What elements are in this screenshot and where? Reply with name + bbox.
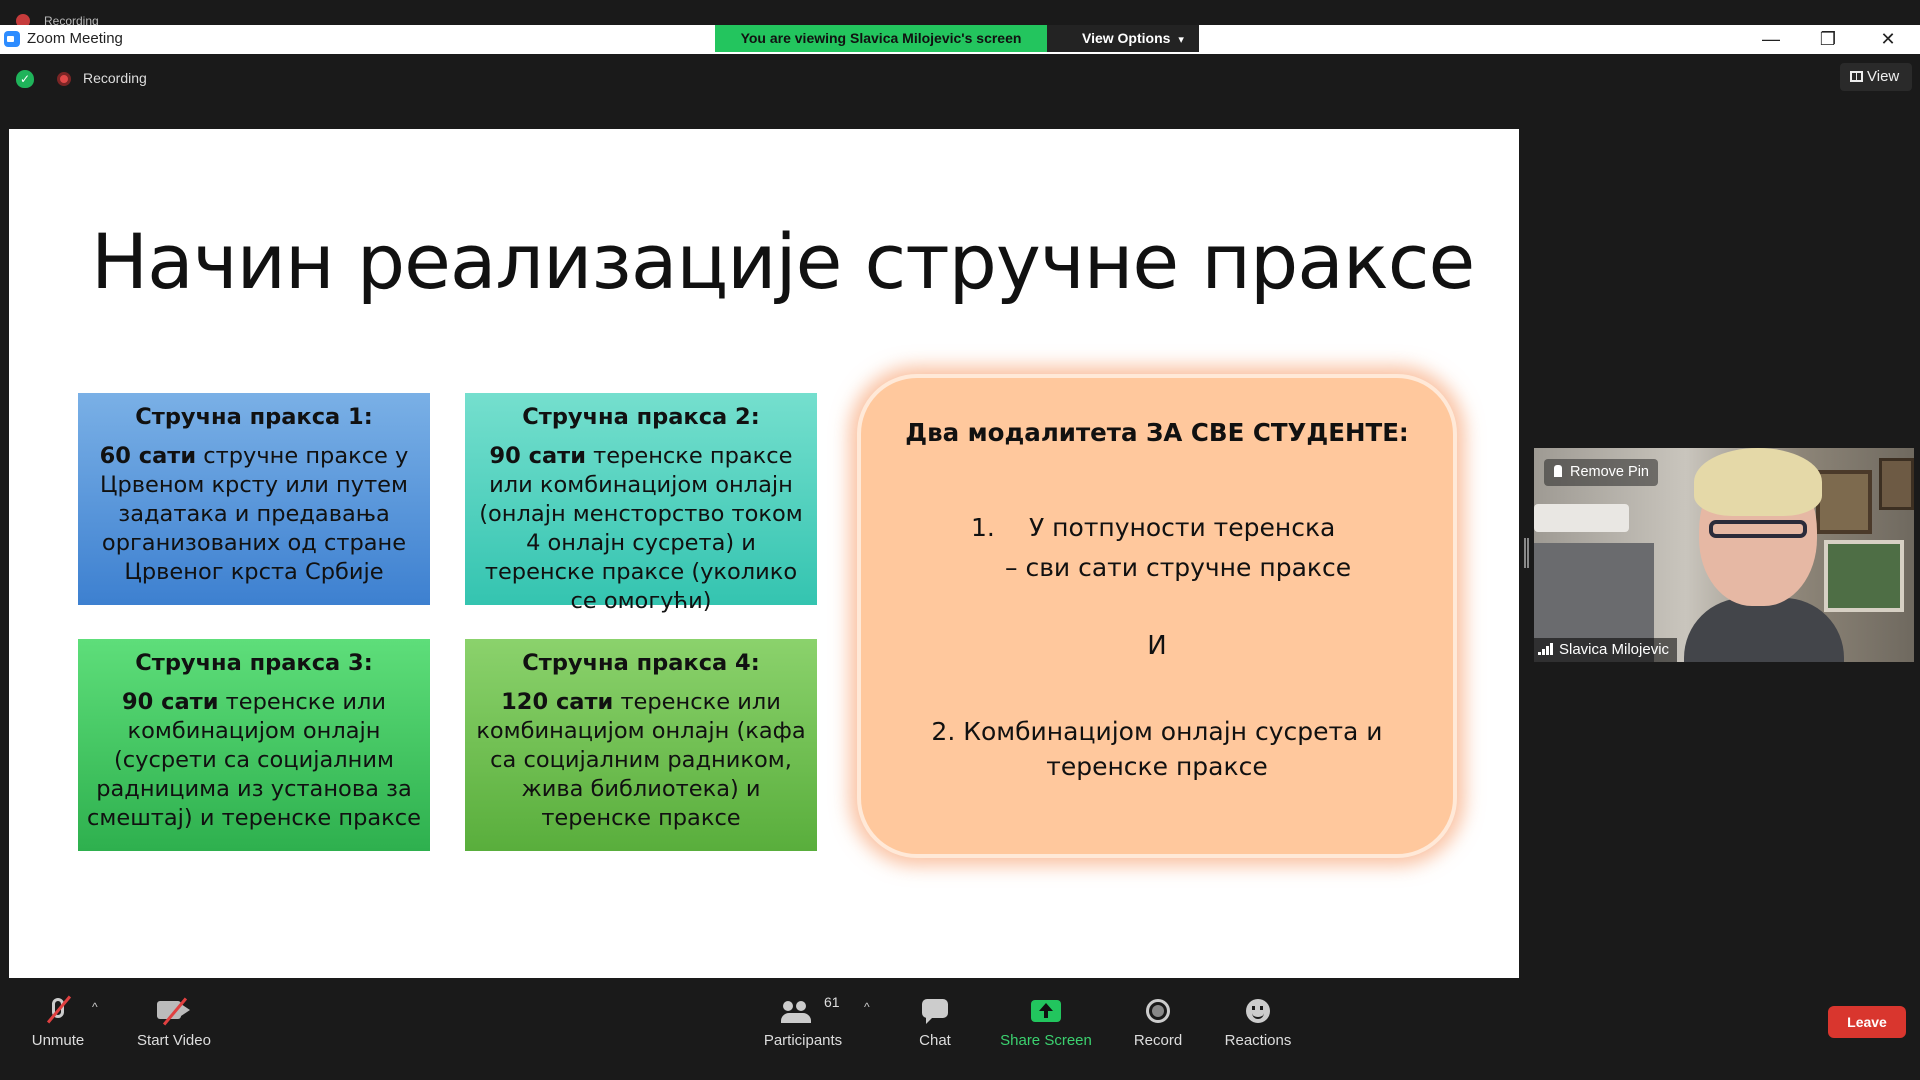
video-person-hair <box>1694 448 1822 516</box>
viewing-screen-banner: You are viewing Slavica Milojevic's scre… <box>715 25 1047 52</box>
participants-button[interactable]: 61 Participants <box>756 978 850 1080</box>
unmute-button[interactable]: Unmute <box>18 978 98 1080</box>
practice-box-heading: Стручна пракса 4: <box>522 650 760 676</box>
participants-icon <box>781 1001 811 1023</box>
practice-box-hours: 60 сати <box>99 443 197 469</box>
practice-box-heading: Стручна пракса 1: <box>135 404 373 430</box>
participant-name-tag: Slavica Milojevic <box>1534 638 1678 662</box>
background-strip: Recording <box>0 0 1920 28</box>
share-screen-button[interactable]: Share Screen <box>994 978 1098 1080</box>
practice-box-hours: 90 сати <box>121 689 219 715</box>
participants-options-caret[interactable]: ^ <box>864 1000 870 1014</box>
close-button[interactable]: ✕ <box>1860 25 1916 54</box>
shared-screen-slide: Начин реализације стручне праксе Стручна… <box>9 129 1519 978</box>
practice-box-heading: Стручна пракса 2: <box>522 404 760 430</box>
modalities-box: Два модалитета ЗА СВЕ СТУДЕНТЕ: 1. У потп… <box>857 374 1457 858</box>
modality-line: У потпуности теренска <box>1029 513 1336 542</box>
start-video-label: Start Video <box>137 1032 211 1049</box>
practice-box-3: Стручна пракса 3: 90 сати теренске или к… <box>78 639 430 851</box>
modality-item-2: 2. Комбинацијом онлајн сусрета и теренск… <box>861 714 1453 784</box>
video-air-conditioner <box>1534 504 1629 532</box>
participant-video-tile[interactable]: Remove Pin Slavica Milojevic <box>1534 448 1914 662</box>
video-painting <box>1879 458 1914 510</box>
reactions-button[interactable]: Reactions <box>1216 978 1300 1080</box>
view-options-button[interactable]: View Options ▾ <box>1047 25 1199 52</box>
video-painting <box>1816 470 1872 534</box>
audio-options-caret[interactable]: ^ <box>92 1000 98 1014</box>
practice-box-2: Стручна пракса 2: 90 сати теренске пракс… <box>465 393 817 614</box>
record-button[interactable]: Record <box>1120 978 1196 1080</box>
practice-box-hours: 90 сати <box>489 443 586 469</box>
start-video-button[interactable]: Start Video <box>128 978 220 1080</box>
record-icon <box>1146 999 1170 1023</box>
participants-label: Participants <box>763 1032 843 1049</box>
grid-view-icon <box>1850 71 1863 82</box>
security-shield-icon[interactable]: ✓ <box>16 70 34 88</box>
participant-count: 61 <box>824 994 840 1010</box>
modality-line: 2. Комбинацијом онлајн сусрета и <box>931 717 1383 746</box>
practice-box-4: Стручна пракса 4: 120 сати теренске или … <box>465 639 817 851</box>
slide-title: Начин реализације стручне праксе <box>91 217 1475 306</box>
remove-pin-label: Remove Pin <box>1570 464 1649 480</box>
recording-indicator-icon <box>57 72 71 86</box>
signal-strength-icon <box>1538 643 1554 655</box>
recording-label: Recording <box>83 70 147 86</box>
modality-item-1: 1. У потпуности теренска – сви сати струч… <box>971 508 1351 588</box>
chat-icon <box>922 999 948 1024</box>
modality-line: – сви сати стручне праксе <box>1005 553 1352 582</box>
reactions-label: Reactions <box>1224 1032 1292 1049</box>
modalities-heading: Два модалитета ЗА СВЕ СТУДЕНТЕ: <box>905 418 1409 447</box>
modality-number: 1. <box>971 513 995 542</box>
practice-box-1: Стручна пракса 1: 60 сати стручне праксе… <box>78 393 430 605</box>
resize-handle[interactable] <box>1524 538 1529 568</box>
chat-label: Chat <box>919 1032 951 1049</box>
remove-pin-button[interactable]: Remove Pin <box>1544 459 1658 486</box>
share-screen-icon <box>1031 1000 1061 1022</box>
meeting-toolbar: Unmute ^ Start Video 61 Participants ^ C… <box>0 978 1920 1080</box>
record-label: Record <box>1133 1032 1183 1049</box>
title-bar: Zoom Meeting You are viewing Slavica Mil… <box>0 25 1920 54</box>
view-label: View <box>1867 68 1900 85</box>
restore-button[interactable]: ❐ <box>1800 25 1856 54</box>
view-button[interactable]: View <box>1840 63 1912 91</box>
window-title: Zoom Meeting <box>27 30 123 47</box>
participant-name: Slavica Milojevic <box>1559 641 1670 658</box>
minimize-button[interactable]: — <box>1743 25 1799 54</box>
modalities-conjunction: И <box>1147 631 1167 661</box>
reactions-smiley-icon <box>1246 999 1270 1023</box>
pin-icon <box>1554 465 1562 477</box>
zoom-logo-icon <box>4 31 20 47</box>
leave-meeting-button[interactable]: Leave <box>1828 1006 1906 1038</box>
practice-box-hours: 120 сати <box>501 689 614 715</box>
video-painting <box>1824 540 1904 612</box>
unmute-label: Unmute <box>31 1032 85 1049</box>
practice-box-heading: Стручна пракса 3: <box>135 650 373 676</box>
chevron-down-icon: ▾ <box>1178 34 1184 46</box>
chat-button[interactable]: Chat <box>900 978 970 1080</box>
share-screen-label: Share Screen <box>1000 1032 1092 1049</box>
modality-line: теренске праксе <box>1046 752 1268 781</box>
view-options-label: View Options <box>1082 30 1171 46</box>
video-person-glasses <box>1709 520 1807 538</box>
